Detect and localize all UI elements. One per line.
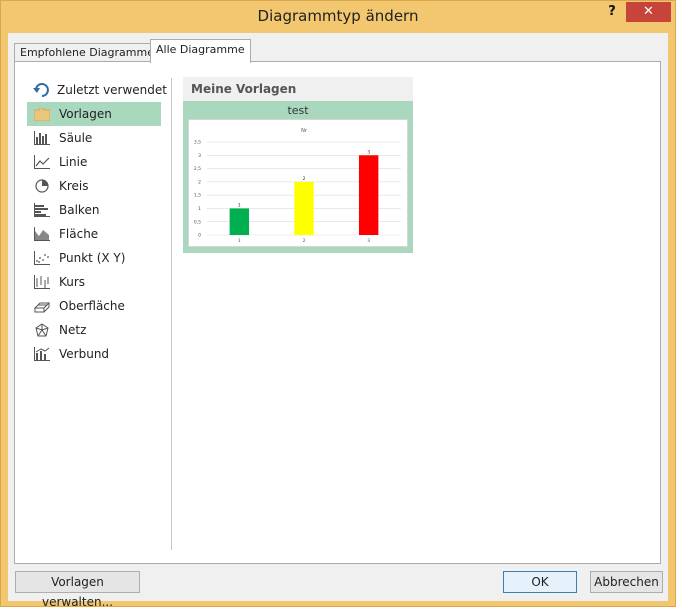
folder-icon <box>33 106 51 122</box>
y-tick-label: 1 <box>198 206 201 212</box>
line-chart-icon <box>33 154 51 170</box>
category-bar[interactable]: Balken <box>27 198 161 222</box>
dialog-client-area: Empfohlene Diagramme Alle Diagramme Zule… <box>8 33 668 609</box>
category-label: Kreis <box>59 179 89 193</box>
change-chart-type-dialog: Diagrammtyp ändern ? ✕ Empfohlene Diagra… <box>0 0 676 609</box>
radar-chart-icon <box>33 322 51 338</box>
tab-all-charts[interactable]: Alle Diagramme <box>150 39 251 63</box>
panel-divider <box>171 78 172 550</box>
category-label: Linie <box>59 155 88 169</box>
dialog-title: Diagrammtyp ändern <box>257 7 419 25</box>
data-label: 2 <box>303 176 306 182</box>
category-scatter[interactable]: Punkt (X Y) <box>27 246 161 270</box>
scatter-chart-icon <box>33 250 51 266</box>
bar <box>358 155 379 235</box>
bar-chart-icon <box>33 202 51 218</box>
tab-panel: Zuletzt verwendet Vorlagen Säule Linie K… <box>14 61 661 564</box>
category-combo[interactable]: Verbund <box>27 342 161 366</box>
category-label: Fläche <box>59 227 99 241</box>
combo-chart-icon <box>33 346 51 362</box>
chart-category-list: Zuletzt verwendet Vorlagen Säule Linie K… <box>27 78 167 366</box>
category-label: Punkt (X Y) <box>59 251 126 265</box>
preview-chart: Nr 0 0,5 1 1,5 2 2,5 3 3,5 1 1 2 2 3 3 <box>194 128 401 244</box>
stock-chart-icon <box>33 274 51 290</box>
chart-title: Nr <box>301 128 308 134</box>
category-stock[interactable]: Kurs <box>27 270 161 294</box>
category-pie[interactable]: Kreis <box>27 174 161 198</box>
title-bar: Diagrammtyp ändern ? ✕ <box>1 1 675 33</box>
y-tick-label: 3,5 <box>194 140 201 146</box>
category-label: Zuletzt verwendet <box>57 83 167 97</box>
category-label: Kurs <box>59 275 86 289</box>
category-label: Netz <box>59 323 87 337</box>
cancel-button[interactable]: Abbrechen <box>590 571 663 593</box>
y-tick-label: 0 <box>198 233 201 239</box>
data-label: 1 <box>238 202 241 208</box>
column-chart-icon <box>33 130 51 146</box>
bar <box>229 208 250 235</box>
category-label: Oberfläche <box>59 299 125 313</box>
x-tick-label: 3 <box>367 238 370 244</box>
template-preview: Nr 0 0,5 1 1,5 2 2,5 3 3,5 1 1 2 2 3 3 <box>188 119 408 247</box>
tab-recommended-charts[interactable]: Empfohlene Diagramme <box>14 43 160 62</box>
pie-chart-icon <box>33 178 51 194</box>
category-label: Balken <box>59 203 100 217</box>
category-surface[interactable]: Oberfläche <box>27 294 161 318</box>
ok-button[interactable]: OK <box>503 571 577 593</box>
surface-chart-icon <box>33 298 51 314</box>
category-recent[interactable]: Zuletzt verwendet <box>27 78 167 102</box>
area-chart-icon <box>33 226 51 242</box>
y-tick-label: 2 <box>198 179 201 185</box>
category-area[interactable]: Fläche <box>27 222 161 246</box>
category-column[interactable]: Säule <box>27 126 161 150</box>
category-line[interactable]: Linie <box>27 150 161 174</box>
close-button[interactable]: ✕ <box>626 2 671 22</box>
category-label: Verbund <box>59 347 110 361</box>
bar <box>294 181 314 235</box>
template-tile[interactable]: test Nr 0 0,5 1 1,5 2 2,5 3 3,5 1 1 2 2 3 3 <box>183 101 413 253</box>
category-templates[interactable]: Vorlagen <box>27 102 161 126</box>
x-tick-label: 2 <box>303 238 306 244</box>
category-label: Säule <box>59 131 93 145</box>
y-tick-label: 1,5 <box>194 193 201 199</box>
template-name: test <box>287 104 309 117</box>
recent-icon <box>33 82 49 98</box>
category-radar[interactable]: Netz <box>27 318 161 342</box>
x-tick-label: 1 <box>238 238 241 244</box>
y-tick-label: 3 <box>198 153 201 159</box>
help-button[interactable]: ? <box>601 3 623 23</box>
y-tick-label: 0,5 <box>194 219 201 225</box>
y-tick-label: 2,5 <box>194 166 201 172</box>
section-heading: Meine Vorlagen <box>183 77 413 101</box>
manage-templates-button[interactable]: Vorlagen verwalten... <box>15 571 140 609</box>
category-label: Vorlagen <box>59 107 112 121</box>
data-label: 3 <box>367 149 370 155</box>
